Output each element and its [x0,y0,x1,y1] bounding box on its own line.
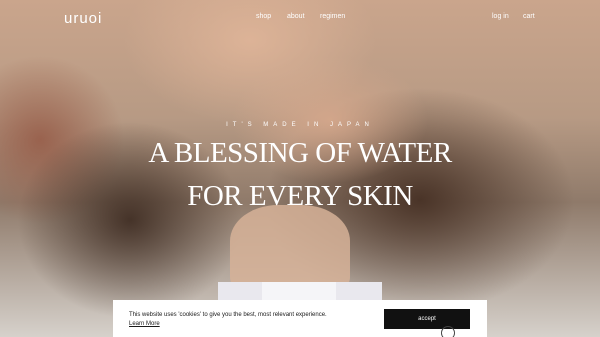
nav-cart[interactable]: cart [523,13,535,20]
nav-login[interactable]: log in [492,13,509,20]
cookie-learn-more-link[interactable]: Learn More [129,320,160,329]
hero-headline-line-1: A BLESSING OF WATER [148,137,452,169]
hero-eyebrow: IT'S MADE IN JAPAN [226,122,374,128]
nav-about[interactable]: about [287,13,305,20]
site-logo[interactable]: uruoi [64,10,102,27]
cookie-accept-button[interactable]: accept [384,309,470,329]
nav-regimen[interactable]: regimen [320,13,345,20]
cookie-message: This website uses 'cookies' to give you … [129,312,327,318]
hero-headline-line-2: FOR EVERY SKIN [187,180,413,212]
nav-shop[interactable]: shop [256,13,271,20]
cursor-ring-icon [441,326,455,337]
cookie-banner: This website uses 'cookies' to give you … [113,300,487,337]
